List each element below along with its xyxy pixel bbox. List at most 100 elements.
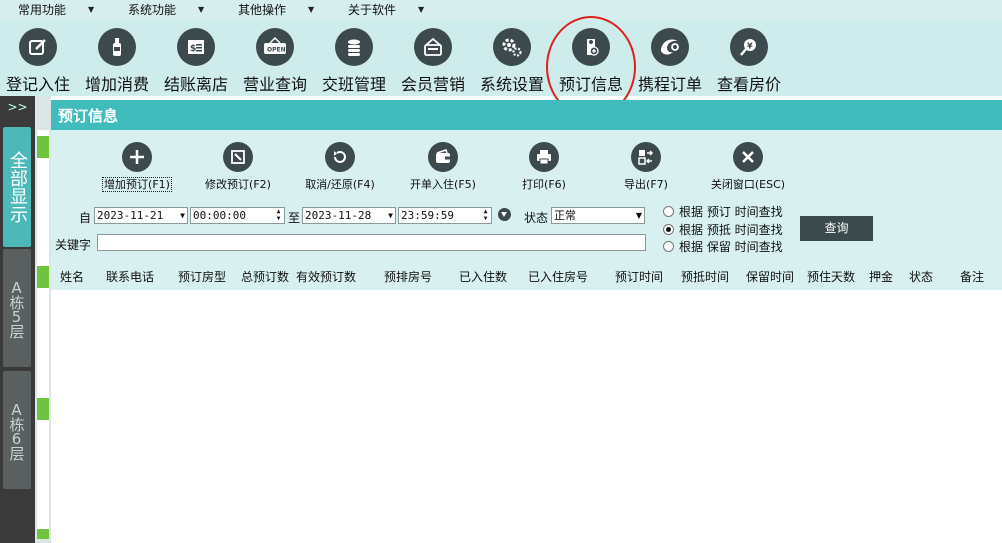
radio-by-hold-time[interactable]: 根据 保留 时间查找 [663, 238, 783, 255]
menu-common[interactable]: 常用功能 ▼ [0, 0, 110, 20]
export-label: 导出(F7) [624, 178, 668, 191]
toolbar-shift-button[interactable]: 交班管理 [314, 20, 394, 96]
collapse-button[interactable]: >> [0, 96, 35, 120]
floor-tab-a5[interactable]: A栋5层 [3, 249, 31, 367]
keyword-input[interactable] [97, 234, 646, 251]
bottle-icon [98, 28, 136, 66]
add-reservation-label: 增加预订(F1) [102, 177, 172, 192]
menu-about[interactable]: 关于软件 ▼ [330, 0, 440, 20]
menu-other[interactable]: 其他操作 ▼ [220, 0, 330, 20]
room-status-marker[interactable] [37, 398, 49, 420]
chevron-down-icon: ▼ [88, 5, 95, 14]
search-button[interactable]: 查询 [800, 216, 873, 241]
ctrip-dolphin-icon [651, 28, 689, 66]
printer-icon [529, 142, 559, 172]
column-header[interactable]: 姓名 [60, 268, 84, 285]
status-select[interactable]: 正常 ▼ [551, 207, 645, 224]
plus-icon [122, 142, 152, 172]
open-checkin-button[interactable]: 开单入住(F5) [401, 142, 485, 198]
column-header[interactable]: 预住天数 [807, 268, 855, 285]
from-date-picker[interactable]: 2023-11-21 ▼ [94, 207, 188, 224]
column-header[interactable]: 预订房型 [178, 268, 226, 285]
column-header[interactable]: 联系电话 [106, 268, 154, 285]
reservation-table-body[interactable] [51, 290, 1002, 543]
cancel-restore-button[interactable]: 取消/还原(F4) [295, 142, 385, 198]
open-sign-icon: OPEN [256, 28, 294, 66]
table-header: 姓名 联系电话 预订房型 总预订数 有效预订数 预排房号 已入住数 已入住房号 … [51, 260, 1002, 290]
close-window-button[interactable]: 关闭窗口(ESC) [703, 142, 793, 198]
room-status-marker[interactable] [37, 529, 49, 539]
edit-icon [19, 28, 57, 66]
chevron-down-icon: ▼ [180, 211, 185, 220]
column-header[interactable]: 预抵时间 [681, 268, 729, 285]
spinner-icon[interactable]: ▲ ▼ [481, 208, 490, 223]
close-icon [733, 142, 763, 172]
yen-search-icon: ¥ [730, 28, 768, 66]
menu-system[interactable]: 系统功能 ▼ [110, 0, 220, 20]
gear-icon [493, 28, 531, 66]
radio-icon [663, 206, 674, 217]
column-header[interactable]: 备注 [960, 268, 984, 285]
status-value: 正常 [554, 209, 576, 222]
to-time-input[interactable]: 23:59:59 ▲ ▼ [398, 207, 492, 224]
menu-system-label: 系统功能 [128, 3, 177, 17]
print-label: 打印(F6) [522, 178, 566, 191]
from-date-value: 2023-11-21 [97, 209, 164, 222]
to-time-value: 23:59:59 [401, 209, 454, 222]
radio-label: 根据 预订 时间查找 [679, 205, 783, 219]
edit-reservation-label: 修改预订(F2) [205, 178, 271, 191]
column-header[interactable]: 预订时间 [615, 268, 663, 285]
column-header[interactable]: 已入住数 [459, 268, 507, 285]
room-strip [35, 96, 51, 543]
radio-icon [663, 241, 674, 252]
svg-text:¥: ¥ [747, 42, 753, 51]
main-toolbar: 登记入住 增加消费 $ 结账离店 OPEN 营业查询 交班管理 会员营销 系统设 [0, 20, 1002, 96]
toolbar-checkin-button[interactable]: 登记入住 [0, 20, 78, 96]
menu-common-label: 常用功能 [18, 3, 67, 17]
menu-bar: 常用功能 ▼ 系统功能 ▼ 其他操作 ▼ 关于软件 ▼ [0, 0, 1002, 20]
coins-icon [335, 28, 373, 66]
member-card-icon [414, 28, 452, 66]
radio-label: 根据 保留 时间查找 [679, 240, 783, 254]
toolbar-add-consumption-button[interactable]: 增加消费 [77, 20, 157, 96]
edit-reservation-button[interactable]: 修改预订(F2) [197, 142, 279, 198]
add-reservation-button[interactable]: 增加预订(F1) [96, 142, 178, 198]
from-time-input[interactable]: 00:00:00 ▲ ▼ [190, 207, 285, 224]
menu-other-label: 其他操作 [238, 3, 287, 17]
radio-by-arrival-time[interactable]: 根据 预抵 时间查找 [663, 221, 783, 238]
toolbar-member-button[interactable]: 会员营销 [393, 20, 473, 96]
column-header[interactable]: 押金 [869, 268, 893, 285]
radio-by-reserve-time[interactable]: 根据 预订 时间查找 [663, 203, 783, 220]
toolbar-checkout-button[interactable]: $ 结账离店 [156, 20, 236, 96]
column-header[interactable]: 总预订数 [241, 268, 289, 285]
toolbar-settings-button[interactable]: 系统设置 [472, 20, 552, 96]
radio-label: 根据 预抵 时间查找 [679, 223, 783, 237]
toolbar-room-price-button[interactable]: ¥ 查看房价 [709, 20, 789, 96]
spinner-icon[interactable]: ▲ ▼ [274, 208, 283, 223]
print-button[interactable]: 打印(F6) [509, 142, 579, 198]
to-date-picker[interactable]: 2023-11-28 ▼ [302, 207, 396, 224]
room-status-marker[interactable] [37, 266, 49, 288]
floor-tab-all[interactable]: 全部显示 [3, 127, 31, 247]
from-label: 自 [79, 211, 92, 225]
column-header[interactable]: 保留时间 [746, 268, 794, 285]
toolbar-business-query-button[interactable]: OPEN 营业查询 [235, 20, 315, 96]
wallet-icon [428, 142, 458, 172]
export-button[interactable]: 导出(F7) [611, 142, 681, 198]
room-status-marker[interactable] [37, 136, 49, 158]
chevron-down-icon: ▼ [388, 211, 393, 220]
menu-about-label: 关于软件 [348, 3, 397, 17]
close-window-label: 关闭窗口(ESC) [710, 178, 786, 191]
status-label: 状态 [524, 211, 549, 225]
svg-text:$: $ [190, 44, 196, 54]
floor-tab-a6[interactable]: A栋6层 [3, 371, 31, 489]
column-header[interactable]: 状态 [909, 268, 933, 285]
panel-title: 预订信息 [58, 107, 119, 125]
column-header[interactable]: 有效预订数 [296, 268, 356, 285]
bill-icon: $ [177, 28, 215, 66]
panel-header: 预订信息 [51, 100, 1002, 130]
filter-dropdown-icon[interactable] [498, 208, 511, 221]
column-header[interactable]: 已入住房号 [528, 268, 588, 285]
column-header[interactable]: 预排房号 [384, 268, 432, 285]
toolbar-ctrip-button[interactable]: 携程订单 [630, 20, 710, 96]
